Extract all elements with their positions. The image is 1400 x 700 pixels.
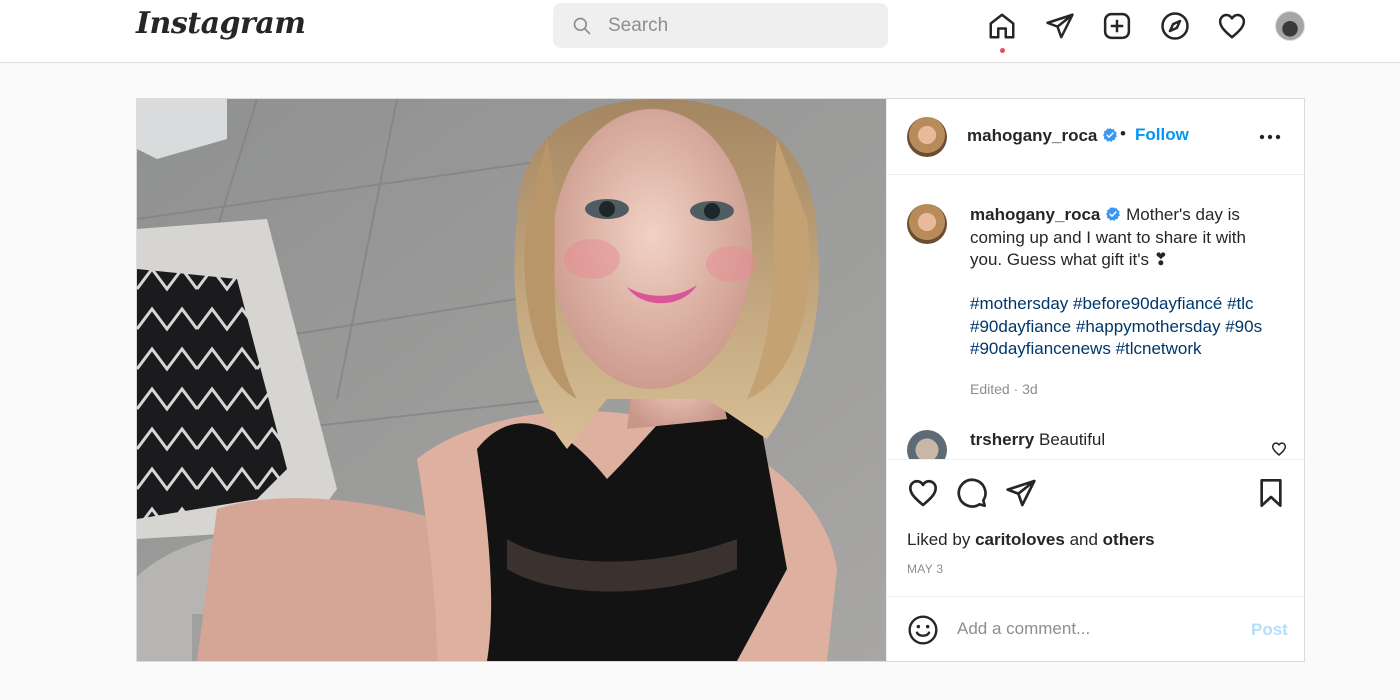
search-input[interactable] bbox=[608, 3, 878, 48]
post-image[interactable] bbox=[137, 99, 886, 661]
explore-button[interactable] bbox=[1158, 9, 1192, 43]
liked-by: Liked by caritoloves and others bbox=[907, 530, 1155, 550]
share-button[interactable] bbox=[1005, 477, 1039, 511]
liked-by-prefix: Liked by bbox=[907, 530, 971, 549]
share-icon bbox=[1006, 479, 1036, 507]
hashtag-link[interactable]: #90dayfiancenews bbox=[970, 339, 1111, 358]
author-username[interactable]: mahogany_roca bbox=[967, 126, 1118, 146]
top-navigation-bar: Instagram bbox=[0, 0, 1400, 63]
caption-username[interactable]: mahogany_roca bbox=[970, 205, 1100, 224]
comment-icon bbox=[957, 478, 987, 508]
comment-like-heart-icon[interactable] bbox=[1271, 441, 1287, 457]
hashtag-link[interactable]: #mothersday bbox=[970, 294, 1068, 313]
search-box[interactable] bbox=[553, 3, 888, 48]
comment-button[interactable] bbox=[956, 477, 990, 511]
post-photo bbox=[137, 99, 886, 661]
more-options-button[interactable] bbox=[1257, 125, 1283, 149]
add-comment-bar: Post bbox=[887, 596, 1305, 661]
comment-username[interactable]: trsherry bbox=[970, 430, 1034, 449]
comment: trsherry Beautiful bbox=[970, 430, 1105, 450]
comment-text: Beautiful bbox=[1039, 430, 1106, 449]
emoji-button[interactable] bbox=[907, 614, 939, 646]
post-actions: Liked by caritoloves and others MAY 3 bbox=[887, 459, 1305, 596]
like-button[interactable] bbox=[907, 477, 941, 511]
liked-by-user[interactable]: caritoloves bbox=[975, 530, 1065, 549]
hashtag-link[interactable]: #90s bbox=[1225, 317, 1262, 336]
caption-timestamp: Edited · 3d bbox=[970, 381, 1038, 397]
commenter-avatar[interactable] bbox=[907, 430, 947, 459]
save-button[interactable] bbox=[1255, 477, 1289, 511]
more-options-icon bbox=[1259, 134, 1281, 140]
post-date[interactable]: MAY 3 bbox=[907, 562, 943, 576]
caption-author-avatar[interactable] bbox=[907, 204, 947, 244]
post-card: mahogany_roca • Follow mahogany_roca Mot… bbox=[136, 98, 1305, 662]
post-comment-button[interactable]: Post bbox=[1251, 620, 1288, 640]
hashtag-link[interactable]: #tlc bbox=[1227, 294, 1253, 313]
new-post-button[interactable] bbox=[1100, 9, 1134, 43]
post-sidebar: mahogany_roca • Follow mahogany_roca Mot… bbox=[886, 99, 1305, 661]
home-active-indicator bbox=[1000, 48, 1005, 53]
comment-input[interactable] bbox=[957, 611, 1237, 647]
liked-by-conj: and bbox=[1069, 530, 1098, 549]
comments-section: mahogany_roca Mother's day is coming up … bbox=[887, 176, 1305, 459]
search-icon bbox=[573, 17, 591, 35]
new-post-icon bbox=[1103, 12, 1131, 40]
home-button[interactable] bbox=[985, 9, 1019, 43]
hashtag-link[interactable]: #before90dayfiancé bbox=[1073, 294, 1222, 313]
hashtag-link[interactable]: #90dayfiance bbox=[970, 317, 1071, 336]
verified-badge-icon bbox=[1106, 207, 1121, 221]
profile-avatar[interactable] bbox=[1275, 11, 1305, 41]
hashtag-link[interactable]: #tlcnetwork bbox=[1116, 339, 1202, 358]
post-header: mahogany_roca • Follow bbox=[887, 99, 1305, 175]
liked-by-others[interactable]: others bbox=[1103, 530, 1155, 549]
author-avatar[interactable] bbox=[907, 117, 947, 157]
activity-button[interactable] bbox=[1215, 9, 1249, 43]
hashtag-link[interactable]: #happymothersday bbox=[1076, 317, 1221, 336]
header-separator: • bbox=[1120, 124, 1126, 143]
home-icon bbox=[989, 13, 1015, 39]
emoji-icon bbox=[908, 615, 938, 645]
follow-button[interactable]: Follow bbox=[1135, 125, 1189, 145]
direct-icon bbox=[1046, 13, 1074, 39]
activity-icon bbox=[1218, 13, 1246, 39]
explore-icon bbox=[1161, 12, 1189, 40]
caption: mahogany_roca Mother's day is coming up … bbox=[970, 204, 1280, 272]
heart-icon bbox=[909, 479, 937, 507]
instagram-logo[interactable]: Instagram bbox=[136, 6, 306, 41]
direct-messages-button[interactable] bbox=[1043, 9, 1077, 43]
author-username-text[interactable]: mahogany_roca bbox=[967, 126, 1097, 145]
bookmark-icon bbox=[1260, 479, 1282, 507]
caption-hashtags: #mothersday #before90dayfiancé #tlc #90d… bbox=[970, 293, 1290, 361]
verified-badge-icon bbox=[1103, 128, 1118, 142]
